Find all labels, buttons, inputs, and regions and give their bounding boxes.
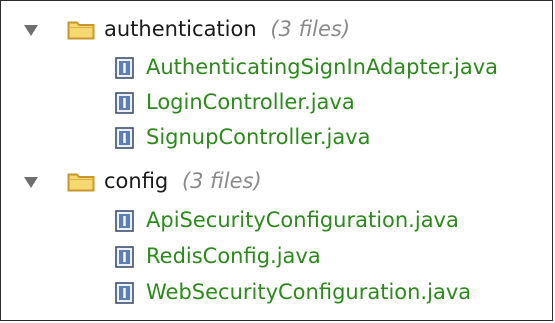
folder-name-text: config: [104, 169, 169, 193]
tree-file-row[interactable]: WebSecurityConfiguration.java: [1, 276, 554, 310]
file-name: RedisConfig.java: [146, 244, 321, 268]
java-file-icon: [115, 127, 134, 149]
java-file-icon: [115, 246, 134, 268]
file-name: ApiSecurityConfiguration.java: [146, 208, 459, 232]
caret-down-icon[interactable]: [24, 177, 38, 188]
folder-label: authentication (3 files): [104, 17, 350, 41]
file-count: (3 files): [270, 17, 351, 41]
java-file-icon: [115, 282, 134, 304]
file-name: AuthenticatingSignInAdapter.java: [146, 55, 499, 79]
project-tree-panel: authentication (3 files) AuthenticatingS…: [0, 0, 553, 321]
java-file-icon: [115, 57, 134, 79]
folder-label: config (3 files): [104, 169, 262, 193]
caret-down-icon[interactable]: [24, 25, 38, 36]
folder-icon: [67, 21, 95, 40]
tree-file-row[interactable]: RedisConfig.java: [1, 240, 554, 274]
file-name: LoginController.java: [146, 90, 355, 114]
tree-file-row[interactable]: LoginController.java: [1, 86, 554, 120]
tree-folder-config[interactable]: config (3 files): [1, 164, 554, 200]
java-file-icon: [115, 92, 134, 114]
tree-folder-authentication[interactable]: authentication (3 files): [1, 12, 554, 48]
folder-name-text: authentication: [104, 17, 257, 41]
folder-icon: [67, 173, 95, 192]
file-name: SignupController.java: [146, 125, 371, 149]
java-file-icon: [115, 210, 134, 232]
tree-file-row[interactable]: ApiSecurityConfiguration.java: [1, 204, 554, 238]
file-name: WebSecurityConfiguration.java: [146, 280, 472, 304]
tree-file-row[interactable]: SignupController.java: [1, 121, 554, 155]
tree-file-row[interactable]: AuthenticatingSignInAdapter.java: [1, 51, 554, 85]
file-count: (3 files): [181, 169, 262, 193]
